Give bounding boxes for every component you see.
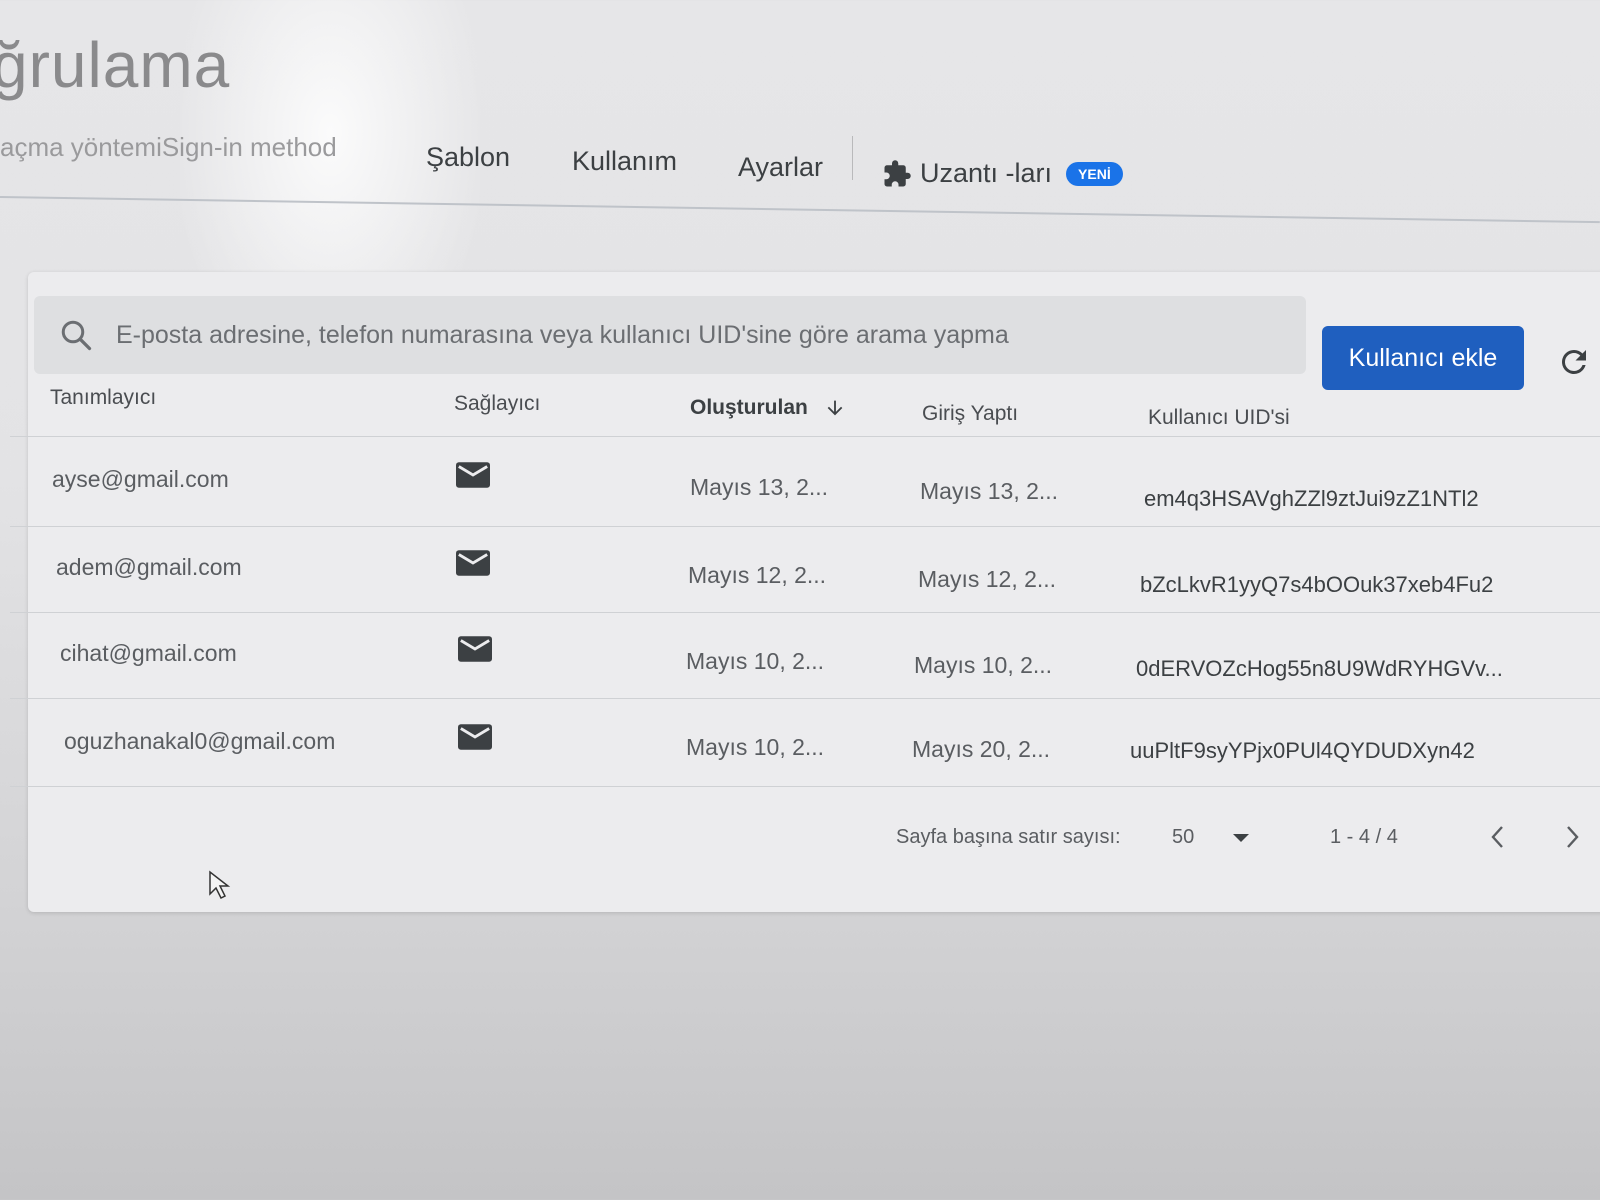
tab-bar: açma yöntemiSign-in method Şablon Kullan… xyxy=(0,132,1600,200)
row-divider xyxy=(10,612,1600,613)
mail-icon xyxy=(456,550,490,576)
mouse-cursor-icon xyxy=(209,870,231,900)
search-input[interactable] xyxy=(114,319,1298,351)
row-divider xyxy=(10,786,1600,787)
identifier-cell: adem@gmail.com xyxy=(56,554,242,580)
table-row[interactable]: oguzhanakal0@gmail.com Mayıs 10, 2... Ma… xyxy=(0,708,1600,792)
tab-settings[interactable]: Ayarlar xyxy=(738,152,823,183)
puzzle-icon xyxy=(884,159,911,186)
rows-per-page-value: 50 xyxy=(1172,826,1195,848)
search-icon xyxy=(61,320,92,351)
page-title: ğrulama xyxy=(0,29,231,101)
chevron-right-icon[interactable] xyxy=(1562,824,1582,850)
row-divider xyxy=(10,436,1600,437)
pagination-bar: Sayfa başına satır sayısı: 50 1 - 4 / 4 xyxy=(0,826,1600,866)
mail-icon xyxy=(456,462,490,488)
tab-sign-in-method[interactable]: açma yöntemiSign-in method xyxy=(0,132,337,163)
mail-icon xyxy=(458,724,492,750)
tab-extensions-label: Uzantı -ları xyxy=(920,158,1053,188)
tab-extensions[interactable]: Uzantı -ları YENİ xyxy=(882,158,1123,189)
mail-icon xyxy=(458,636,492,662)
signed-in-cell: Mayıs 13, 2... xyxy=(920,478,1059,504)
created-cell: Mayıs 10, 2... xyxy=(686,648,825,674)
tab-usage[interactable]: Kullanım xyxy=(572,146,677,177)
identifier-cell: oguzhanakal0@gmail.com xyxy=(64,728,336,754)
row-divider xyxy=(10,526,1600,527)
created-cell: Mayıs 10, 2... xyxy=(686,734,825,760)
arrow-down-icon xyxy=(827,400,843,416)
new-badge: YENİ xyxy=(1066,161,1123,186)
chevron-left-icon[interactable] xyxy=(1488,824,1508,850)
signed-in-cell: Mayıs 20, 2... xyxy=(912,736,1051,762)
table-row[interactable]: adem@gmail.com Mayıs 12, 2... Mayıs 12, … xyxy=(0,536,1600,620)
rows-per-page-label: Sayfa başına satır sayısı: xyxy=(896,826,1121,848)
table-row[interactable]: cihat@gmail.com Mayıs 10, 2... Mayıs 10,… xyxy=(0,622,1600,706)
identifier-cell: cihat@gmail.com xyxy=(60,640,237,666)
identifier-cell: ayse@gmail.com xyxy=(52,466,229,492)
column-header-signed-in[interactable]: Giriş Yaptı xyxy=(922,402,1018,426)
column-header-identifier[interactable]: Tanımlayıcı xyxy=(50,386,156,410)
rows-per-page-select[interactable]: 50 xyxy=(1172,826,1250,849)
signed-in-cell: Mayıs 10, 2... xyxy=(914,652,1053,678)
uid-cell: em4q3HSAVghZZl9ztJui9zZ1NTl2 xyxy=(1144,486,1479,511)
chevron-down-icon xyxy=(1233,833,1250,842)
column-header-provider[interactable]: Sağlayıcı xyxy=(454,392,540,416)
uid-cell: 0dERVOZcHog55n8U9WdRYHGVv... xyxy=(1136,656,1503,681)
column-header-uid[interactable]: Kullanıcı UID'si xyxy=(1148,406,1290,430)
table-row[interactable]: ayse@gmail.com Mayıs 13, 2... Mayıs 13, … xyxy=(0,448,1600,532)
column-header-created-label: Oluşturulan xyxy=(690,396,808,419)
created-cell: Mayıs 12, 2... xyxy=(688,562,827,588)
uid-cell: uuPltF9syYPjx0PUl4QYDUDXyn42 xyxy=(1130,738,1475,763)
uid-cell: bZcLkvR1yyQ7s4bOOuk37xeb4Fu2 xyxy=(1140,572,1494,597)
row-divider xyxy=(10,698,1600,699)
add-user-button[interactable]: Kullanıcı ekle xyxy=(1322,326,1524,390)
tab-underline xyxy=(0,196,1600,224)
table-header: Tanımlayıcı Sağlayıcı Oluşturulan Giriş … xyxy=(0,386,1600,436)
search-bar xyxy=(34,296,1306,374)
created-cell: Mayıs 13, 2... xyxy=(690,474,829,500)
refresh-icon[interactable] xyxy=(1556,344,1592,380)
column-header-created[interactable]: Oluşturulan xyxy=(690,396,846,420)
tab-templates[interactable]: Şablon xyxy=(426,142,510,173)
signed-in-cell: Mayıs 12, 2... xyxy=(918,566,1057,592)
pagination-range: 1 - 4 / 4 xyxy=(1330,826,1398,848)
tab-divider xyxy=(852,136,853,180)
